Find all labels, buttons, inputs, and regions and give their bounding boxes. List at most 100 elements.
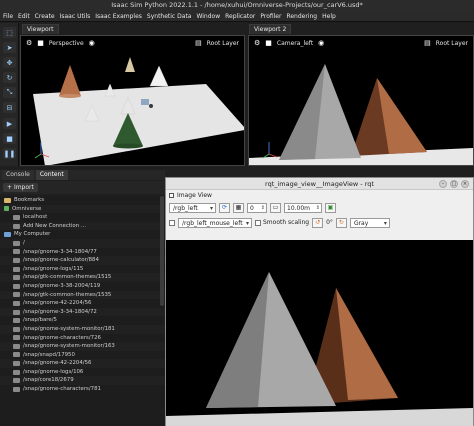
drive-icon <box>13 275 20 281</box>
tree-item[interactable]: /snap/bare/5 <box>0 316 165 325</box>
menu-item-profiler[interactable]: Profiler <box>260 13 281 20</box>
tree-item-label: /snap/gnome-system-monitor/163 <box>23 343 115 350</box>
tree-item-label: /snap/gnome-characters/781 <box>23 386 101 393</box>
image-display[interactable] <box>166 240 473 426</box>
tree-item-label: /snap/gnome-3-38-2004/119 <box>23 282 101 289</box>
menu-item-isaac-utils[interactable]: Isaac Utils <box>60 13 91 20</box>
stop-button-icon[interactable]: ■ <box>3 133 16 144</box>
menu-item-edit[interactable]: Edit <box>18 13 30 20</box>
viewport-2-panel[interactable]: ⚙ ■ Camera_left ◉ ▤ Root Layer <box>248 35 474 166</box>
menu-item-create[interactable]: Create <box>35 13 55 20</box>
tree-item-label: /snap/gtk-common-themes/1535 <box>23 291 112 298</box>
tree-item[interactable]: /snap/gnome-logs/115 <box>0 265 165 274</box>
viewport-2-scene <box>249 64 473 165</box>
smooth-scaling-checkbox[interactable]: Smooth scaling <box>255 219 309 226</box>
folder-icon <box>4 197 11 203</box>
tab-content[interactable]: Content <box>35 170 68 180</box>
select-tool-icon[interactable]: ⬚ <box>3 27 16 38</box>
tab-viewport[interactable]: Viewport <box>22 24 59 34</box>
rotate-right-icon[interactable]: ↻ <box>335 217 347 228</box>
tree-item[interactable]: /snap/gnome-3-38-2004/119 <box>0 282 165 291</box>
dynamic-range-icon[interactable]: ▦ <box>233 202 244 213</box>
mouse-publish-checkbox[interactable] <box>169 219 175 226</box>
tab-console[interactable]: Console <box>2 170 34 180</box>
tree-item[interactable]: /snap/gnome-system-monitor/181 <box>0 324 165 334</box>
import-button[interactable]: + Import <box>3 183 38 192</box>
drive-icon <box>13 240 20 246</box>
max-value-spin[interactable]: 10.00m <box>284 202 322 213</box>
content-tree[interactable]: Bookmarks Omniverse localhost Add New Conne… <box>0 196 165 426</box>
snap-tool-icon[interactable]: ⊟ <box>3 102 16 113</box>
tree-item[interactable]: /snap/gnome-characters/726 <box>0 334 165 343</box>
minimize-icon[interactable]: – <box>439 180 447 188</box>
pause-button-icon[interactable]: ❚❚ <box>3 148 16 159</box>
drive-icon <box>13 352 20 358</box>
rotate-icon[interactable]: ↺ <box>312 217 324 228</box>
topic-select[interactable]: /rgb_left <box>169 202 216 213</box>
menu-bar: File Edit Create Isaac Utils Isaac Examples S… <box>0 11 474 22</box>
tree-item-label: /snap/gtk-common-themes/1515 <box>23 274 112 281</box>
tree-item[interactable]: /snap/gnome-system-monitor/163 <box>0 342 165 351</box>
tree-item[interactable]: /snap/gnome-42-2204/56 <box>0 299 165 308</box>
drive-icon <box>13 369 20 375</box>
import-label: Import <box>13 184 34 191</box>
menu-item-rendering[interactable]: Rendering <box>286 13 317 20</box>
scale-tool-icon[interactable]: ⤡ <box>3 87 16 98</box>
min-value-spin[interactable]: 0 <box>247 202 267 213</box>
tree-item[interactable]: Bookmarks <box>0 196 165 205</box>
drive-icon <box>13 283 20 289</box>
rqt-title: rqt_image_view__ImageView - rqt <box>265 180 374 188</box>
camera-image <box>166 272 473 426</box>
smooth-scaling-label: Smooth scaling <box>263 219 310 226</box>
save-image-icon[interactable]: ▣ <box>325 202 336 213</box>
refresh-icon[interactable]: ⟳ <box>219 202 230 213</box>
mouse-topic-field[interactable]: /rgb_left_mouse_left <box>178 217 252 228</box>
depth-mode-icon[interactable]: ▭ <box>270 202 281 213</box>
tree-item[interactable]: /snap/gnome-characters/781 <box>0 385 165 394</box>
maximize-icon[interactable]: □ <box>450 180 458 188</box>
menu-item-synthetic-data[interactable]: Synthetic Data <box>147 13 192 20</box>
menu-item-isaac-examples[interactable]: Isaac Examples <box>95 13 142 20</box>
tree-item[interactable]: /snap/gnome-3-34-1804/72 <box>0 307 165 317</box>
rotation-label: 0° <box>326 219 333 226</box>
tree-item-label: /snap/gnome-characters/726 <box>23 334 101 341</box>
copper-cone <box>59 65 81 96</box>
rotate-tool-icon[interactable]: ↻ <box>3 72 16 83</box>
play-button-icon[interactable]: ▶ <box>3 118 16 129</box>
menu-item-replicator[interactable]: Replicator <box>225 13 255 20</box>
computer-icon <box>4 232 11 238</box>
tree-item[interactable]: /snap/gtk-common-themes/1515 <box>0 273 165 282</box>
tree-item[interactable]: /snap/gnome-logs/106 <box>0 368 165 377</box>
move-tool-icon[interactable]: ✥ <box>3 57 16 68</box>
drive-icon <box>13 335 20 341</box>
menu-item-window[interactable]: Window <box>196 13 220 20</box>
rqt-window[interactable]: rqt_image_view__ImageView - rqt – □ × Im… <box>165 177 474 426</box>
viewport-panel[interactable]: ⚙ ■ Perspective ◉ ▤ Root Layer <box>20 35 245 166</box>
tree-item-label: /snap/gnome-system-monitor/181 <box>23 325 115 332</box>
tree-item-label: /snap/core18/2679 <box>23 377 74 384</box>
tree-item[interactable]: / <box>0 238 165 248</box>
tree-item[interactable]: localhost <box>0 213 165 222</box>
tree-item[interactable]: /snap/gnome-calculator/884 <box>0 256 165 265</box>
color-scheme-select[interactable]: Gray <box>349 217 390 228</box>
drive-icon <box>13 300 20 306</box>
tree-item[interactable]: Add New Connection ... <box>0 221 165 231</box>
tree-item[interactable]: /snap/core18/2679 <box>0 376 165 386</box>
tree-item[interactable]: /snap/snapd/17950 <box>0 351 165 360</box>
tab-viewport-2[interactable]: Viewport 2 <box>249 24 292 34</box>
tree-item[interactable]: My Computer <box>0 230 165 239</box>
viewport-scene <box>33 57 244 165</box>
pointer-tool-icon[interactable]: ➤ <box>3 42 16 53</box>
close-icon[interactable]: × <box>461 180 469 188</box>
cone <box>149 65 169 87</box>
image-toolbar-row-1: /rgb_left ⟳ ▦ 0 ▭ 10.00m ▣ <box>166 200 473 215</box>
tree-scrollbar[interactable] <box>160 196 164 306</box>
menu-item-help[interactable]: Help <box>322 13 336 20</box>
tree-item[interactable]: /snap/gnome-3-34-1804/77 <box>0 248 165 257</box>
menu-item-file[interactable]: File <box>3 13 13 20</box>
tree-item[interactable]: /snap/gtk-common-themes/1535 <box>0 290 165 300</box>
image-toolbar-row-2: /rgb_left_mouse_left Smooth scaling ↺ 0°… <box>166 215 473 230</box>
tree-item[interactable]: /snap/gnome-42-2204/56 <box>0 359 165 368</box>
tree-item-label: /snap/gnome-3-34-1804/77 <box>23 248 97 255</box>
tree-item[interactable]: Omniverse <box>0 204 165 214</box>
